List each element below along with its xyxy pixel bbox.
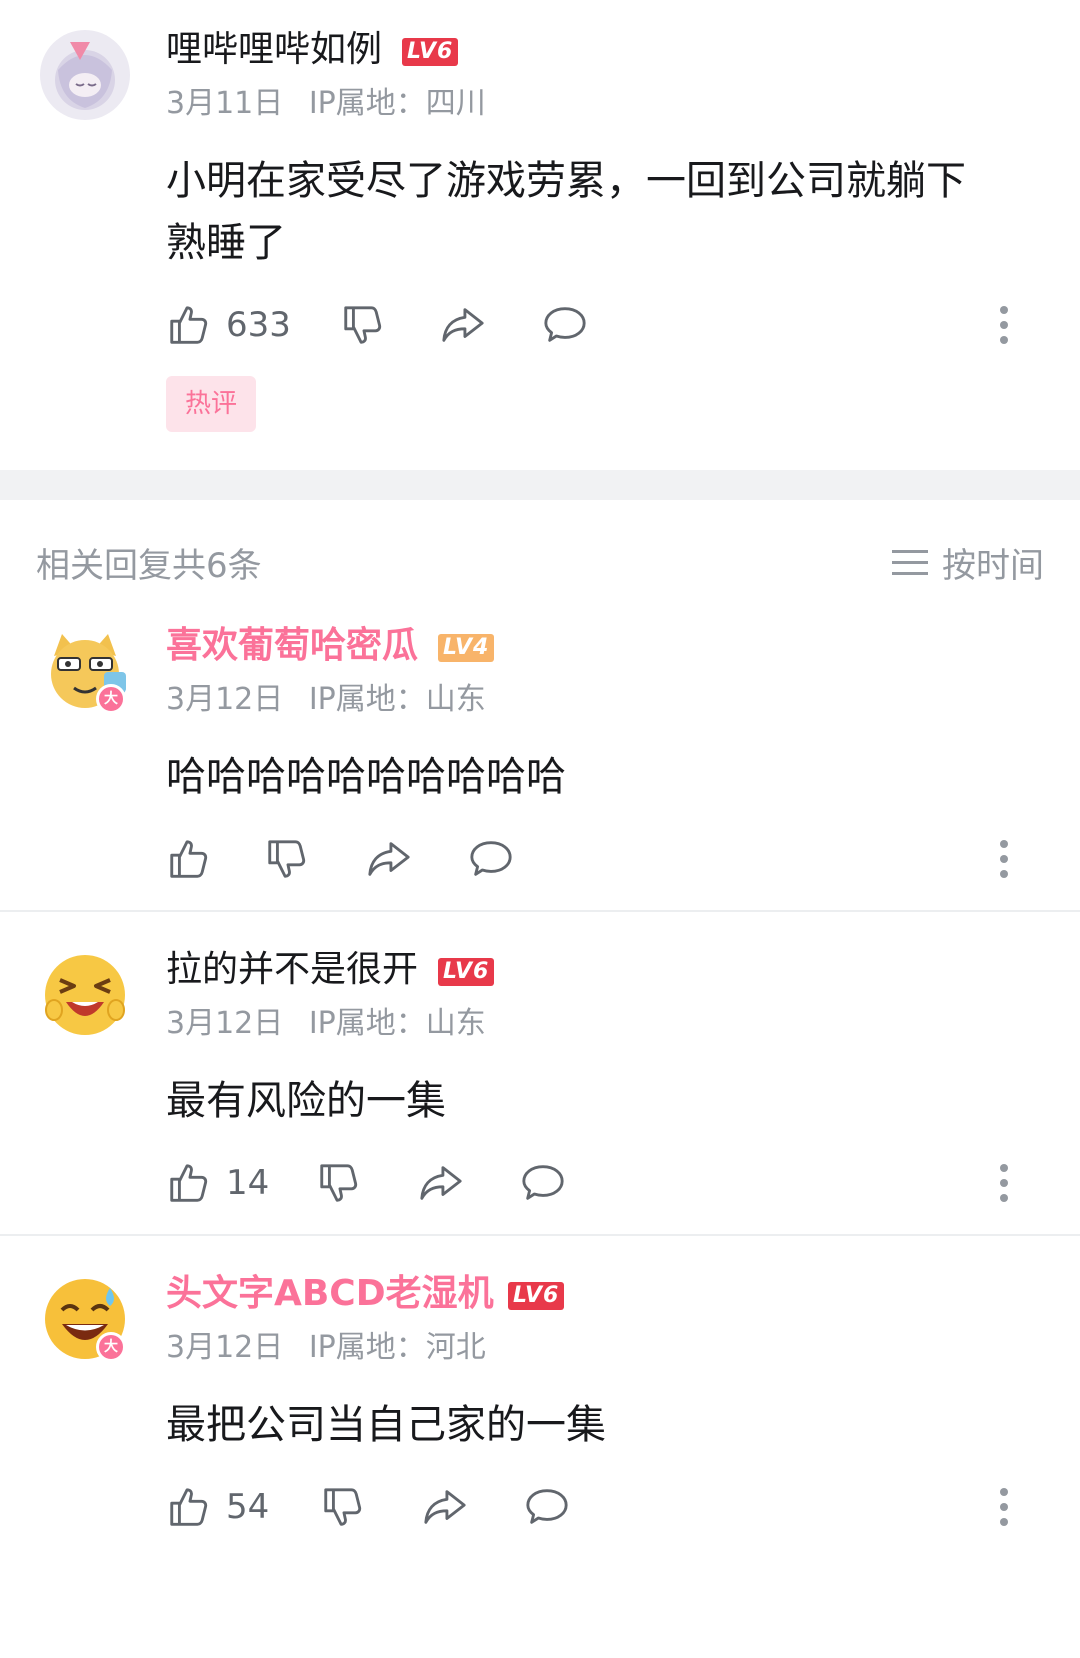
dislike-button[interactable] (340, 300, 386, 350)
reply-button[interactable] (468, 834, 514, 884)
like-button[interactable]: 633 (166, 300, 291, 350)
reply-button[interactable] (524, 1482, 570, 1532)
thumb-down-icon (316, 1160, 362, 1206)
sort-label: 按时间 (942, 546, 1044, 586)
share-arrow-icon (422, 1484, 468, 1530)
thumb-up-icon (166, 1484, 212, 1530)
share-button[interactable] (366, 834, 412, 884)
level-badge: LV6 (438, 958, 495, 986)
more-vertical-icon[interactable] (996, 1486, 1012, 1528)
thumb-down-icon (340, 302, 386, 348)
dislike-button[interactable] (320, 1482, 366, 1532)
replies-count-title: 相关回复共6条 (36, 546, 262, 586)
like-count: 54 (226, 1487, 270, 1527)
menu-lines-icon (892, 549, 928, 575)
like-button[interactable]: 54 (166, 1482, 269, 1532)
badge-icon: 大 (96, 684, 126, 714)
username[interactable]: 喜欢葡萄哈密瓜 (166, 624, 418, 668)
comment-ip: IP属地：河北 (308, 1330, 486, 1365)
level-badge: LV6 (402, 38, 459, 66)
comment-actions (166, 834, 1046, 884)
like-count: 14 (226, 1163, 270, 1203)
divider (0, 910, 1080, 912)
thumb-down-icon (320, 1484, 366, 1530)
dislike-button[interactable] (264, 834, 310, 884)
comment-actions: 633 (166, 300, 1046, 350)
level-badge: LV6 (508, 1282, 565, 1310)
more-vertical-icon[interactable] (996, 838, 1012, 880)
share-button[interactable] (422, 1482, 468, 1532)
divider (0, 1234, 1080, 1236)
badge-icon: 大 (96, 1332, 126, 1362)
chat-bubble-icon (520, 1160, 566, 1206)
username[interactable]: 哩哔哩哔如例 (166, 28, 382, 72)
hot-comment-tag: 热评 (166, 376, 256, 432)
root-comment: 哩哔哩哔如例 LV6 3月11日 IP属地：四川 小明在家受尽了游戏劳累，一回到… (0, 0, 1080, 500)
more-vertical-icon[interactable] (996, 304, 1012, 346)
chat-bubble-icon (524, 1484, 570, 1530)
chat-bubble-icon (468, 836, 514, 882)
section-divider (0, 470, 1080, 500)
avatar[interactable] (40, 30, 130, 120)
thumb-up-icon (166, 836, 212, 882)
comment-date: 3月12日 (166, 1330, 284, 1365)
comment-date: 3月12日 (166, 682, 284, 717)
comment-date: 3月11日 (166, 86, 284, 121)
comment-content: 最把公司当自己家的一集 (166, 1402, 606, 1448)
like-count: 633 (226, 305, 291, 345)
comment-actions: 14 (166, 1158, 1046, 1208)
share-arrow-icon (440, 302, 486, 348)
avatar[interactable] (40, 950, 130, 1040)
comment-actions: 54 (166, 1482, 1046, 1532)
comment-ip: IP属地：山东 (308, 1006, 486, 1041)
share-button[interactable] (418, 1158, 464, 1208)
comment-meta: 3月12日 IP属地：山东 (166, 682, 486, 718)
username[interactable]: 头文字ABCD老湿机 (166, 1272, 494, 1316)
reply-button[interactable] (520, 1158, 566, 1208)
more-vertical-icon[interactable] (996, 1162, 1012, 1204)
comment-ip: IP属地：四川 (308, 86, 486, 121)
comment-meta: 3月12日 IP属地：山东 (166, 1006, 486, 1042)
thumb-down-icon (264, 836, 310, 882)
comment-content: 哈哈哈哈哈哈哈哈哈哈 (166, 754, 566, 800)
dislike-button[interactable] (316, 1158, 362, 1208)
share-arrow-icon (366, 836, 412, 882)
share-arrow-icon (418, 1160, 464, 1206)
level-badge: LV4 (438, 634, 495, 662)
thumb-up-icon (166, 1160, 212, 1206)
chat-bubble-icon (542, 302, 588, 348)
share-button[interactable] (440, 300, 486, 350)
thumb-up-icon (166, 302, 212, 348)
comment-ip: IP属地：山东 (308, 682, 486, 717)
like-button[interactable]: 14 (166, 1158, 269, 1208)
comment-content: 小明在家受尽了游戏劳累，一回到公司就躺下熟睡了 (166, 158, 966, 266)
sort-button[interactable]: 按时间 (892, 538, 1044, 587)
comment-meta: 3月11日 IP属地：四川 (166, 86, 486, 122)
comment-meta: 3月12日 IP属地：河北 (166, 1330, 486, 1366)
like-button[interactable] (166, 834, 226, 884)
username[interactable]: 拉的并不是很开 (166, 948, 418, 992)
comment-content: 最有风险的一集 (166, 1078, 446, 1124)
reply-button[interactable] (542, 300, 588, 350)
comment-date: 3月12日 (166, 1006, 284, 1041)
